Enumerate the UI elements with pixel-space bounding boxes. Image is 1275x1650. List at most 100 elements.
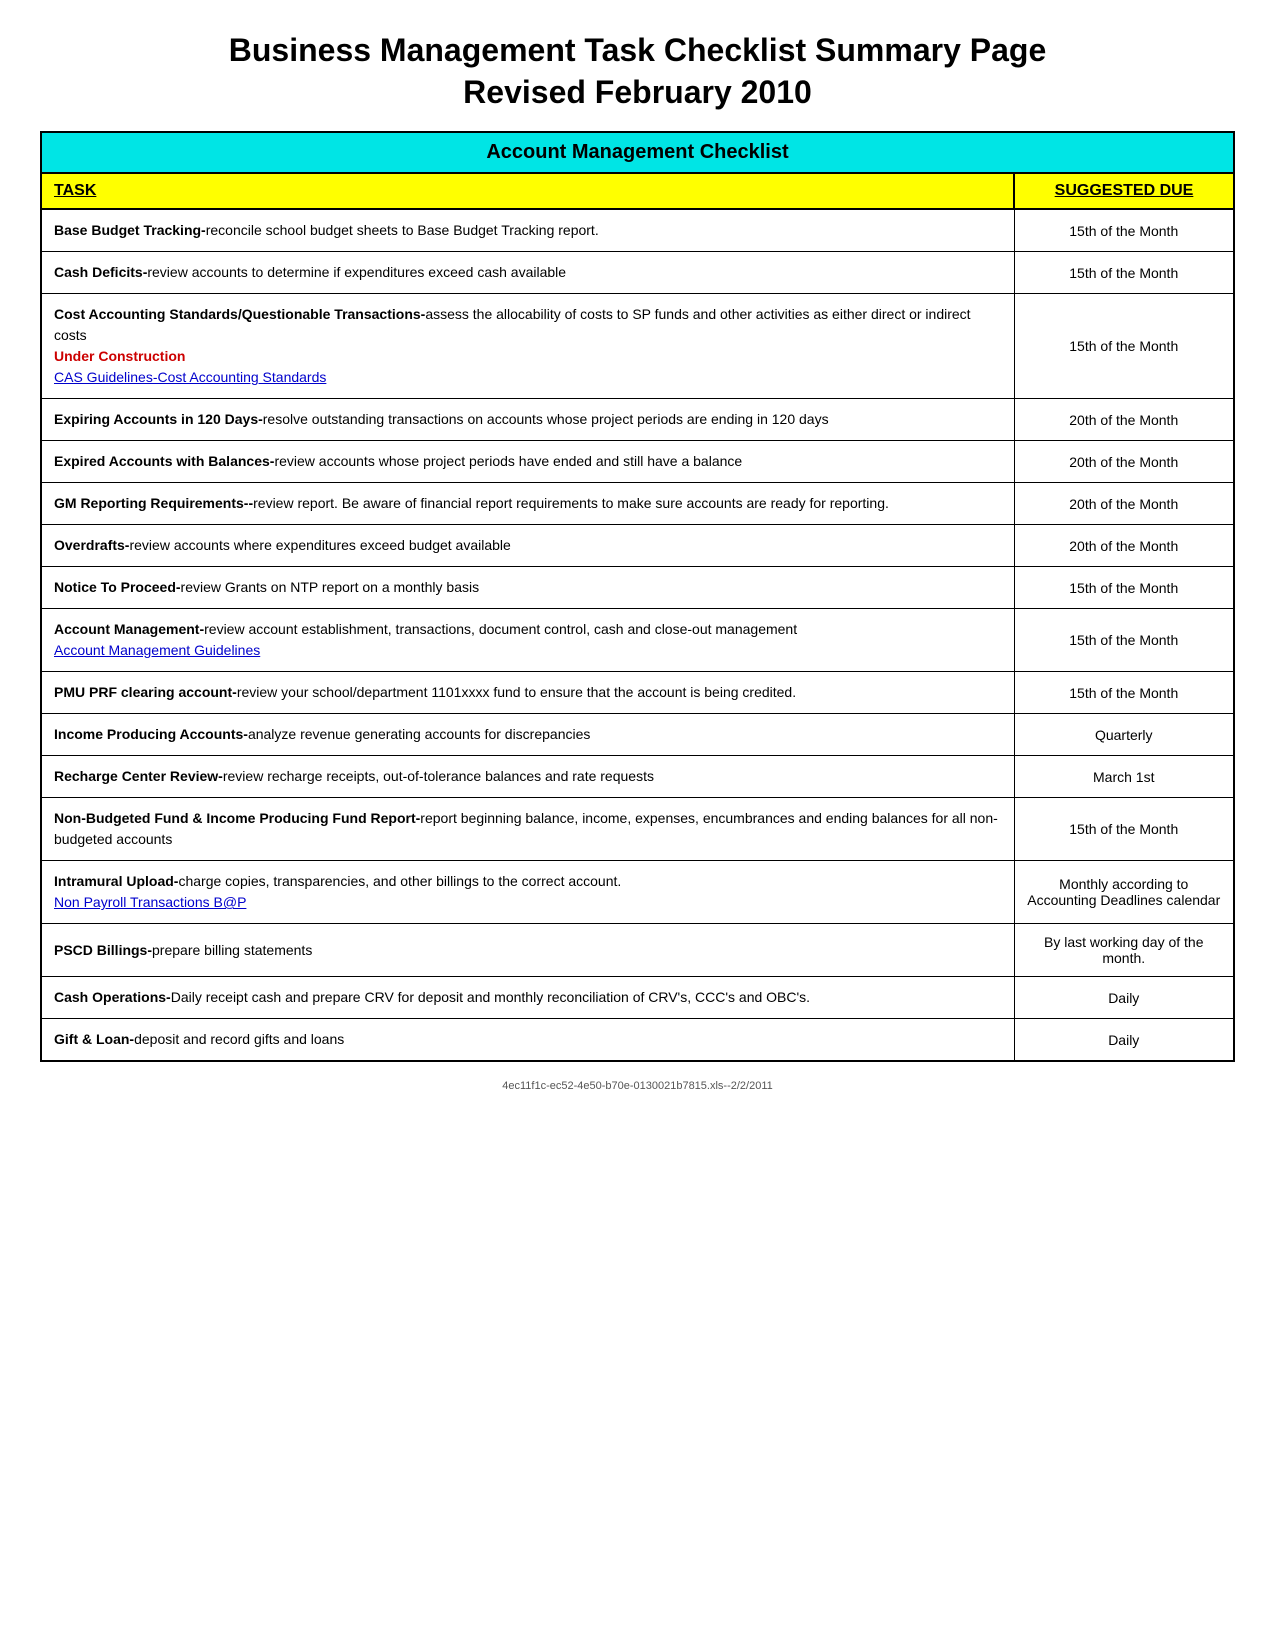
task-cell: Recharge Center Review-review recharge r… [41,756,1014,798]
task-bold-text: Notice To Proceed- [54,579,181,595]
task-cell: Cash Deficits-review accounts to determi… [41,252,1014,294]
due-cell: 15th of the Month [1014,567,1234,609]
table-row: Gift & Loan-deposit and record gifts and… [41,1019,1234,1062]
due-text: Quarterly [1095,727,1153,743]
due-text: 15th of the Month [1069,632,1178,648]
task-blue-link[interactable]: Non Payroll Transactions B@P [54,894,246,910]
task-normal-text: charge copies, transparencies, and other… [178,873,621,889]
task-bold-text: Cash Operations- [54,989,171,1005]
task-cell: GM Reporting Requirements--review report… [41,483,1014,525]
table-row: Cash Deficits-review accounts to determi… [41,252,1234,294]
footer-text: 4ec11f1c-ec52-4e50-b70e-0130021b7815.xls… [502,1080,773,1092]
task-normal-text: prepare billing statements [152,942,312,958]
task-blue-link[interactable]: CAS Guidelines-Cost Accounting Standards [54,369,326,385]
due-text: 15th of the Month [1069,821,1178,837]
task-cell: Cost Accounting Standards/Questionable T… [41,294,1014,399]
task-bold-text: Cash Deficits- [54,264,147,280]
table-row: Recharge Center Review-review recharge r… [41,756,1234,798]
due-cell: Quarterly [1014,714,1234,756]
task-normal-text: review recharge receipts, out-of-toleran… [223,768,654,784]
due-cell: 15th of the Month [1014,798,1234,861]
main-table: Account Management Checklist TASK SUGGES… [40,131,1235,1062]
due-text: 15th of the Month [1069,685,1178,701]
task-cell: PSCD Billings-prepare billing statements [41,924,1014,977]
task-cell: Intramural Upload-charge copies, transpa… [41,861,1014,924]
task-bold-text: PSCD Billings- [54,942,152,958]
column-header-row: TASK SUGGESTED DUE [41,173,1234,209]
task-normal-text: review your school/department 1101xxxx f… [237,684,796,700]
task-normal-text: review Grants on NTP report on a monthly… [181,579,480,595]
task-normal-text: review report. Be aware of financial rep… [253,495,889,511]
table-row: PMU PRF clearing account-review your sch… [41,672,1234,714]
task-normal-text: review accounts to determine if expendit… [147,264,566,280]
task-cell: Gift & Loan-deposit and record gifts and… [41,1019,1014,1062]
task-bold-text: Gift & Loan- [54,1031,134,1047]
task-bold-text: Recharge Center Review- [54,768,223,784]
task-cell: Expiring Accounts in 120 Days-resolve ou… [41,399,1014,441]
due-text: 20th of the Month [1069,538,1178,554]
due-cell: 20th of the Month [1014,525,1234,567]
task-cell: Expired Accounts with Balances-review ac… [41,441,1014,483]
due-text: By last working day of the month. [1044,934,1204,966]
table-row: PSCD Billings-prepare billing statements… [41,924,1234,977]
task-cell: Cash Operations-Daily receipt cash and p… [41,977,1014,1019]
table-row: Base Budget Tracking-reconcile school bu… [41,209,1234,252]
task-normal-text: reconcile school budget sheets to Base B… [206,222,599,238]
task-normal-text: deposit and record gifts and loans [134,1031,344,1047]
section-header: Account Management Checklist [41,132,1234,173]
task-normal-text: review account establishment, transactio… [204,621,797,637]
due-cell: 15th of the Month [1014,209,1234,252]
due-cell: 20th of the Month [1014,441,1234,483]
due-text: 20th of the Month [1069,496,1178,512]
due-text: Daily [1108,1032,1139,1048]
task-cell: Notice To Proceed-review Grants on NTP r… [41,567,1014,609]
due-cell: 20th of the Month [1014,483,1234,525]
due-cell: 20th of the Month [1014,399,1234,441]
task-cell: PMU PRF clearing account-review your sch… [41,672,1014,714]
due-cell: Daily [1014,1019,1234,1062]
due-text: 15th of the Month [1069,223,1178,239]
table-row: Cost Accounting Standards/Questionable T… [41,294,1234,399]
task-column-header: TASK [41,173,1014,209]
due-text: 20th of the Month [1069,454,1178,470]
task-bold-text: Base Budget Tracking- [54,222,206,238]
task-cell: Income Producing Accounts-analyze revenu… [41,714,1014,756]
due-text: Daily [1108,990,1139,1006]
due-text: March 1st [1093,769,1154,785]
task-cell: Non-Budgeted Fund & Income Producing Fun… [41,798,1014,861]
task-bold-text: Intramural Upload- [54,873,178,889]
task-normal-text: review accounts whose project periods ha… [274,453,742,469]
page-title: Business Management Task Checklist Summa… [40,30,1235,113]
due-cell: Monthly according toAccounting Deadlines… [1014,861,1234,924]
task-bold-text: PMU PRF clearing account- [54,684,237,700]
task-bold-text: GM Reporting Requirements-- [54,495,253,511]
task-normal-text: analyze revenue generating accounts for … [248,726,590,742]
due-cell: 15th of the Month [1014,672,1234,714]
task-normal-text: Daily receipt cash and prepare CRV for d… [171,989,810,1005]
task-bold-text: Cost Accounting Standards/Questionable T… [54,306,425,322]
due-text: Accounting Deadlines calendar [1027,892,1220,908]
task-bold-text: Expired Accounts with Balances- [54,453,274,469]
due-cell: 15th of the Month [1014,252,1234,294]
section-header-row: Account Management Checklist [41,132,1234,173]
table-row: Expired Accounts with Balances-review ac… [41,441,1234,483]
due-text: Monthly according to [1059,876,1188,892]
task-cell: Base Budget Tracking-reconcile school bu… [41,209,1014,252]
table-row: GM Reporting Requirements--review report… [41,483,1234,525]
due-column-header: SUGGESTED DUE [1014,173,1234,209]
task-blue-link[interactable]: Account Management Guidelines [54,642,260,658]
due-cell: March 1st [1014,756,1234,798]
footer: 4ec11f1c-ec52-4e50-b70e-0130021b7815.xls… [40,1080,1235,1092]
task-red-link[interactable]: Under Construction [54,348,185,364]
table-row: Non-Budgeted Fund & Income Producing Fun… [41,798,1234,861]
due-text: 15th of the Month [1069,338,1178,354]
table-row: Income Producing Accounts-analyze revenu… [41,714,1234,756]
due-text: 15th of the Month [1069,265,1178,281]
task-bold-text: Overdrafts- [54,537,129,553]
table-row: Account Management-review account establ… [41,609,1234,672]
task-bold-text: Income Producing Accounts- [54,726,248,742]
task-bold-text: Account Management- [54,621,204,637]
table-row: Notice To Proceed-review Grants on NTP r… [41,567,1234,609]
task-cell: Account Management-review account establ… [41,609,1014,672]
due-cell: 15th of the Month [1014,609,1234,672]
